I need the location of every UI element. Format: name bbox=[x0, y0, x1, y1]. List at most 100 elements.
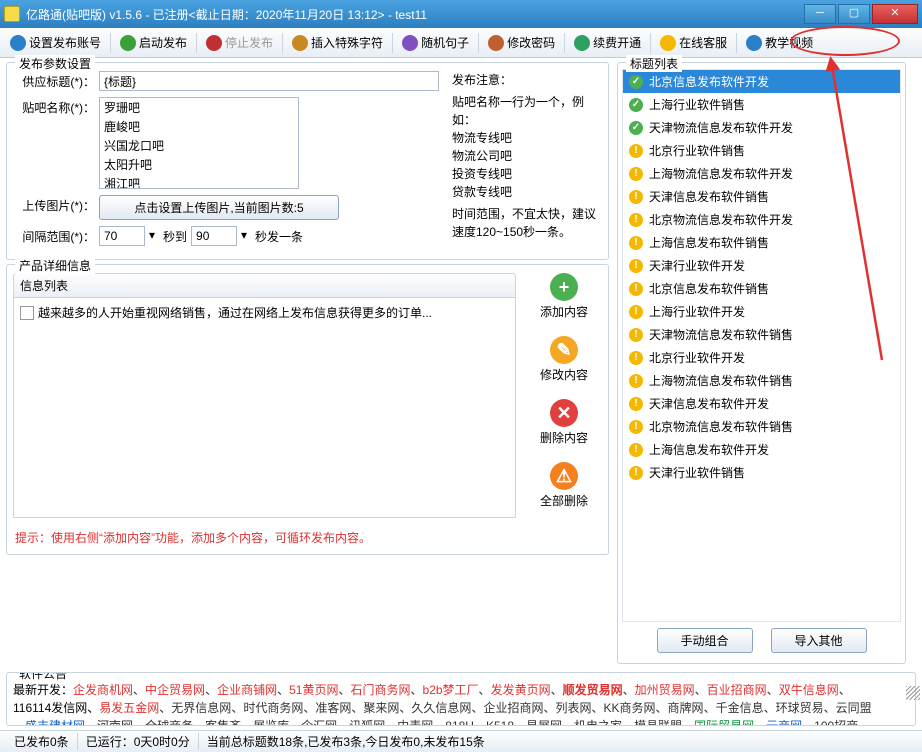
software-notice-group: 软件公告 最新开发：企发商机网、中企贸易网、企业商铺网、51黄页网、石门商务网、… bbox=[6, 672, 916, 726]
title-list-item[interactable]: 天津物流信息发布软件销售 bbox=[623, 323, 900, 346]
notice-link[interactable]: 企发商机网 bbox=[73, 683, 133, 697]
listbox-item[interactable]: 湘江吧 bbox=[100, 174, 298, 189]
notice-link[interactable]: 展览库 bbox=[253, 719, 289, 726]
title-list-item[interactable]: 北京信息发布软件销售 bbox=[623, 277, 900, 300]
resize-grip[interactable] bbox=[906, 686, 920, 700]
toolbar-star-button[interactable]: 在线客服 bbox=[654, 32, 733, 53]
minimize-button[interactable]: ─ bbox=[804, 4, 836, 24]
notice-link[interactable]: 中企贸易网 bbox=[145, 683, 205, 697]
title-list-item[interactable]: 天津行业软件销售 bbox=[623, 461, 900, 484]
manual-combine-button[interactable]: 手动组合 bbox=[657, 628, 753, 653]
group-title: 软件公告 bbox=[15, 672, 71, 683]
notice-link[interactable]: 企汇网 bbox=[301, 719, 337, 726]
close-button[interactable]: ✕ bbox=[872, 4, 918, 24]
list-item[interactable]: 越来越多的人开始重视网络销售，通过在网络上发布信息获得更多的订单... bbox=[18, 302, 511, 323]
notice-link[interactable]: 时代商务网 bbox=[243, 701, 303, 715]
interval-to-input[interactable] bbox=[191, 226, 237, 246]
maximize-button[interactable]: ▢ bbox=[838, 4, 870, 24]
toolbar-wand-button[interactable]: 随机句子 bbox=[396, 32, 475, 53]
info-list-body[interactable]: 越来越多的人开始重视网络销售，通过在网络上发布信息获得更多的订单... bbox=[13, 298, 516, 518]
toolbar-cart-button[interactable]: 续费开通 bbox=[568, 32, 647, 53]
delete-content-button[interactable]: ✕删除内容 bbox=[526, 399, 602, 446]
notice-link[interactable]: 企业招商网 bbox=[483, 701, 543, 715]
notice-link[interactable]: 机电之家 bbox=[574, 719, 622, 726]
notice-link[interactable]: 818U bbox=[445, 719, 474, 726]
notice-link[interactable]: 发发黄页网 bbox=[491, 683, 551, 697]
title-list-item[interactable]: 北京物流信息发布软件销售 bbox=[623, 415, 900, 438]
tieba-name-listbox[interactable]: 罗珊吧鹿峻吧兴国龙口吧太阳升吧湘江吧祥符镇吧修水古市吧 bbox=[99, 97, 299, 189]
notice-link[interactable]: 全球商务 bbox=[145, 719, 193, 726]
edit-content-button[interactable]: ✎修改内容 bbox=[526, 336, 602, 383]
toolbar-stop-button: 停止发布 bbox=[200, 32, 279, 53]
supply-title-input[interactable] bbox=[99, 71, 439, 91]
notice-link[interactable]: KK商务网 bbox=[604, 701, 656, 715]
check-icon bbox=[629, 121, 643, 135]
notice-link[interactable]: 云商网 bbox=[766, 719, 802, 726]
notice-link[interactable]: 聚来网 bbox=[363, 701, 399, 715]
notice-link[interactable]: 商牌网 bbox=[668, 701, 704, 715]
notice-link[interactable]: 易发五金网 bbox=[99, 701, 159, 715]
toolbar-key-button[interactable]: 插入特殊字符 bbox=[286, 32, 389, 53]
title-item-text: 上海物流信息发布软件销售 bbox=[649, 372, 793, 389]
title-list-item[interactable]: 上海信息发布软件开发 bbox=[623, 438, 900, 461]
title-list-item[interactable]: 北京物流信息发布软件开发 bbox=[623, 208, 900, 231]
title-list-item[interactable]: 北京信息发布软件开发 bbox=[623, 70, 900, 93]
notice-link[interactable]: 久久信息网 bbox=[411, 701, 471, 715]
notice-link[interactable]: 加州贸易网 bbox=[635, 683, 695, 697]
warning-icon bbox=[629, 328, 643, 342]
notice-link[interactable]: 顺发贸易网 bbox=[563, 683, 623, 697]
notice-link[interactable]: 易展网 bbox=[526, 719, 562, 726]
title-list-item[interactable]: 上海行业软件销售 bbox=[623, 93, 900, 116]
notice-link[interactable]: 无界信息网 bbox=[171, 701, 231, 715]
title-item-text: 天津信息发布软件销售 bbox=[649, 188, 769, 205]
notice-link[interactable]: 客集齐 bbox=[205, 719, 241, 726]
upload-image-button[interactable]: 点击设置上传图片,当前图片数:5 bbox=[99, 195, 339, 220]
toolbar-info-button[interactable]: 教学视频 bbox=[740, 32, 819, 53]
notice-link[interactable]: 云同盟 bbox=[836, 701, 872, 715]
title-list-item[interactable]: 天津行业软件开发 bbox=[623, 254, 900, 277]
listbox-item[interactable]: 鹿峻吧 bbox=[100, 117, 298, 136]
listbox-item[interactable]: 太阳升吧 bbox=[100, 155, 298, 174]
notice-link[interactable]: 企业商铺网 bbox=[217, 683, 277, 697]
notice-link[interactable]: 盛丰建材网 bbox=[25, 719, 85, 726]
warning-icon bbox=[629, 282, 643, 296]
notice-link[interactable]: 国际贸易网 bbox=[694, 719, 754, 726]
toolbar-lock-button[interactable]: 修改密码 bbox=[482, 32, 561, 53]
title-list-item[interactable]: 上海物流信息发布软件销售 bbox=[623, 369, 900, 392]
listbox-item[interactable]: 罗珊吧 bbox=[100, 98, 298, 117]
notice-link[interactable]: 模具联盟 bbox=[634, 719, 682, 726]
lock-icon bbox=[488, 35, 504, 51]
title-list-item[interactable]: 天津信息发布软件销售 bbox=[623, 185, 900, 208]
add-content-button[interactable]: +添加内容 bbox=[526, 273, 602, 320]
listbox-item[interactable]: 兴国龙口吧 bbox=[100, 136, 298, 155]
import-other-button[interactable]: 导入其他 bbox=[771, 628, 867, 653]
notice-link[interactable]: 千金信息 bbox=[716, 701, 764, 715]
delete-all-button[interactable]: ⚠全部删除 bbox=[526, 462, 602, 509]
notice-link[interactable]: b2b梦工厂 bbox=[423, 683, 479, 697]
title-list-item[interactable]: 北京行业软件销售 bbox=[623, 139, 900, 162]
interval-from-input[interactable] bbox=[99, 226, 145, 246]
toolbar-globe-button[interactable]: 设置发布账号 bbox=[4, 32, 107, 53]
title-list-item[interactable]: 上海信息发布软件销售 bbox=[623, 231, 900, 254]
notice-link[interactable]: 百业招商网 bbox=[707, 683, 767, 697]
notice-link[interactable]: K518 bbox=[486, 719, 514, 726]
notice-link[interactable]: 讯狐网 bbox=[349, 719, 385, 726]
title-list-item[interactable]: 北京行业软件开发 bbox=[623, 346, 900, 369]
toolbar-play-button[interactable]: 启动发布 bbox=[114, 32, 193, 53]
title-list-item[interactable]: 上海行业软件开发 bbox=[623, 300, 900, 323]
notice-link[interactable]: 双牛信息网 bbox=[779, 683, 839, 697]
notice-link[interactable]: 51黄页网 bbox=[289, 683, 338, 697]
title-list-item[interactable]: 天津信息发布软件开发 bbox=[623, 392, 900, 415]
notice-link[interactable]: 100招商 bbox=[814, 719, 858, 726]
notice-link[interactable]: 石门商务网 bbox=[350, 683, 410, 697]
notice-link[interactable]: 河南网 bbox=[97, 719, 133, 726]
notice-link[interactable]: 准客网 bbox=[315, 701, 351, 715]
title-list-item[interactable]: 上海物流信息发布软件开发 bbox=[623, 162, 900, 185]
title-list[interactable]: 北京信息发布软件开发上海行业软件销售天津物流信息发布软件开发北京行业软件销售上海… bbox=[622, 69, 901, 622]
title-list-item[interactable]: 天津物流信息发布软件开发 bbox=[623, 116, 900, 139]
status-titles: 当前总标题数18条,已发布3条,今日发布0,未发布15条 bbox=[199, 733, 493, 750]
tieba-name-label: 贴吧名称(*)： bbox=[13, 97, 99, 116]
notice-link[interactable]: 中麦网 bbox=[397, 719, 433, 726]
notice-link[interactable]: 列表网 bbox=[555, 701, 591, 715]
notice-link[interactable]: 环球贸易 bbox=[776, 701, 824, 715]
